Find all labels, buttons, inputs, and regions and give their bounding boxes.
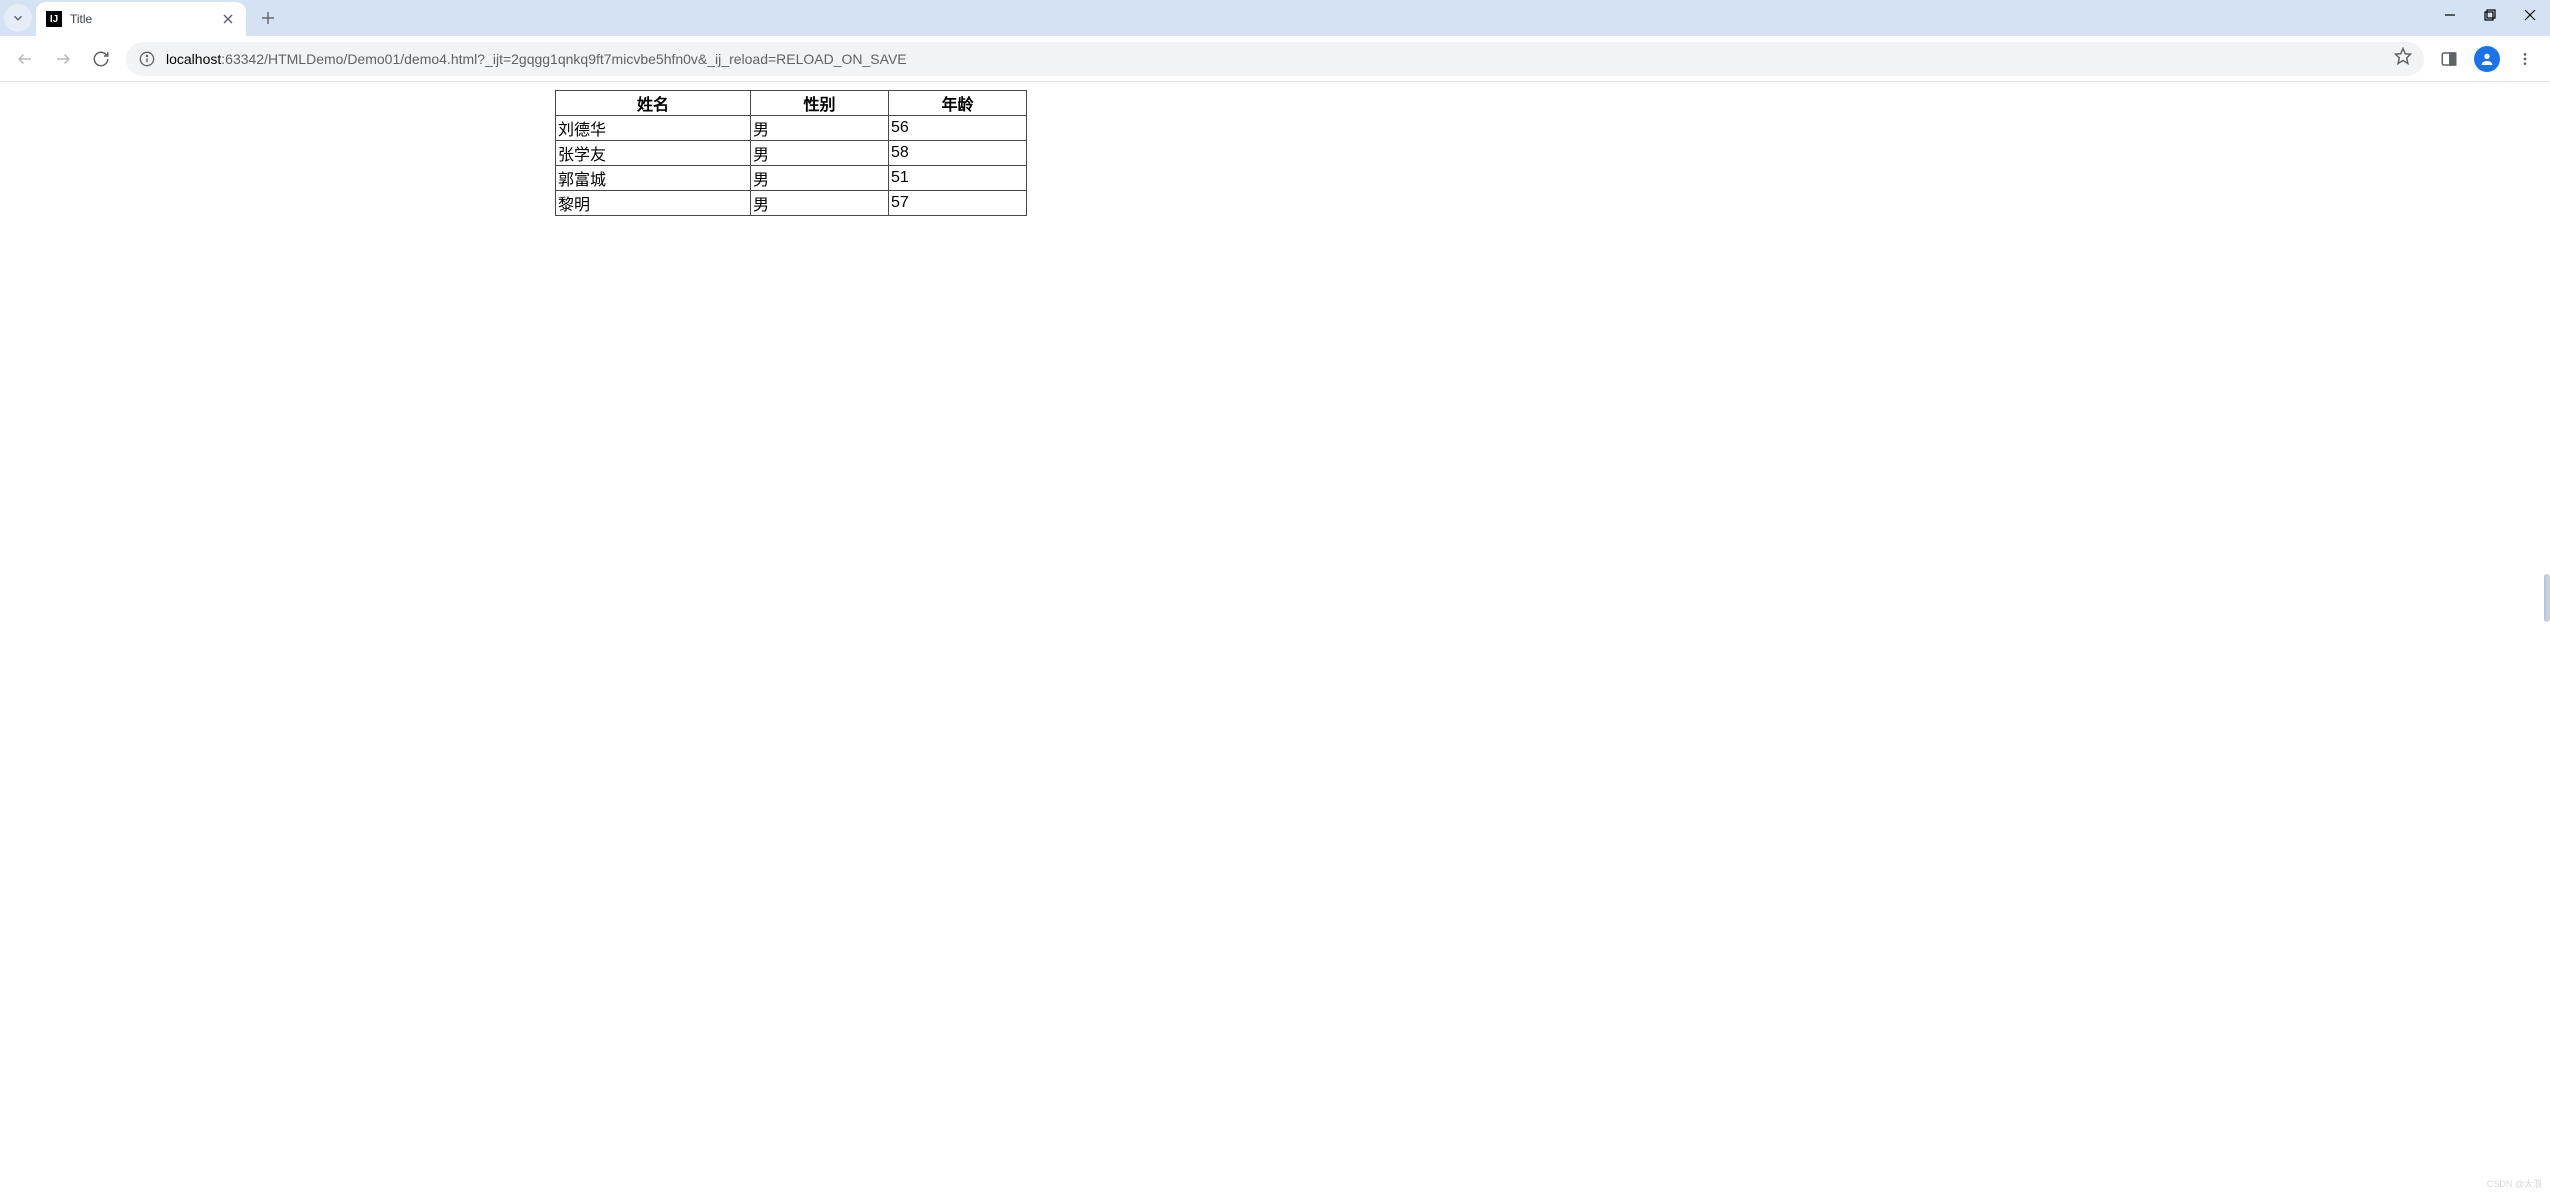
- watermark: CSDN @太浪: [2487, 1177, 2542, 1190]
- url-path: :63342/HTMLDemo/Demo01/demo4.html?_ijt=2…: [221, 51, 906, 67]
- plus-icon: [261, 11, 275, 25]
- window-minimize-button[interactable]: [2430, 0, 2470, 30]
- cell-gender: 男: [751, 166, 889, 191]
- nav-forward-button[interactable]: [46, 42, 80, 76]
- minimize-icon: [2444, 9, 2456, 21]
- close-icon: [223, 14, 233, 24]
- chrome-menu-button[interactable]: [2508, 42, 2542, 76]
- window-close-button[interactable]: [2510, 0, 2550, 30]
- browser-tab-bar: IJ Title: [0, 0, 2550, 36]
- nav-reload-button[interactable]: [84, 42, 118, 76]
- url-text: localhost:63342/HTMLDemo/Demo01/demo4.ht…: [166, 51, 2384, 67]
- arrow-left-icon: [16, 50, 34, 68]
- table-row: 刘德华 男 56: [556, 116, 1027, 141]
- address-bar[interactable]: localhost:63342/HTMLDemo/Demo01/demo4.ht…: [126, 42, 2424, 76]
- profile-button[interactable]: [2470, 42, 2504, 76]
- cell-gender: 男: [751, 141, 889, 166]
- table-row: 黎明 男 57: [556, 191, 1027, 216]
- maximize-icon: [2484, 9, 2496, 21]
- cell-age: 56: [889, 116, 1027, 141]
- scroll-indicator[interactable]: [2544, 574, 2550, 622]
- cell-gender: 男: [751, 116, 889, 141]
- table-row: 郭富城 男 51: [556, 166, 1027, 191]
- bookmark-button[interactable]: [2394, 47, 2412, 70]
- tab-search-button[interactable]: [4, 4, 32, 32]
- table-header-row: 姓名 性别 年龄: [556, 91, 1027, 116]
- cell-gender: 男: [751, 191, 889, 216]
- browser-tab-active[interactable]: IJ Title: [36, 2, 246, 36]
- site-info-button[interactable]: [138, 50, 156, 68]
- url-host: localhost: [166, 51, 221, 67]
- profile-avatar-icon: [2474, 46, 2500, 72]
- table-header-gender: 性别: [751, 91, 889, 116]
- window-maximize-button[interactable]: [2470, 0, 2510, 30]
- table-header-age: 年龄: [889, 91, 1027, 116]
- cell-age: 51: [889, 166, 1027, 191]
- cell-name: 郭富城: [556, 166, 751, 191]
- table-row: 张学友 男 58: [556, 141, 1027, 166]
- arrow-right-icon: [54, 50, 72, 68]
- cell-age: 57: [889, 191, 1027, 216]
- tab-close-button[interactable]: [220, 11, 236, 27]
- tab-title: Title: [70, 12, 212, 26]
- window-controls: [2430, 0, 2550, 36]
- kebab-icon: [2517, 51, 2533, 67]
- panel-icon: [2440, 50, 2458, 68]
- cell-name: 黎明: [556, 191, 751, 216]
- side-panel-button[interactable]: [2432, 42, 2466, 76]
- table-header-name: 姓名: [556, 91, 751, 116]
- new-tab-button[interactable]: [254, 4, 282, 32]
- tab-favicon-icon: IJ: [46, 11, 62, 27]
- close-icon: [2524, 9, 2536, 21]
- cell-age: 58: [889, 141, 1027, 166]
- reload-icon: [92, 50, 110, 68]
- data-table: 姓名 性别 年龄 刘德华 男 56 张学友 男 58 郭富城 男 51 黎明: [555, 90, 1027, 216]
- page-content: 姓名 性别 年龄 刘德华 男 56 张学友 男 58 郭富城 男 51 黎明: [0, 82, 2550, 224]
- cell-name: 刘德华: [556, 116, 751, 141]
- nav-back-button[interactable]: [8, 42, 42, 76]
- star-icon: [2394, 47, 2412, 65]
- cell-name: 张学友: [556, 141, 751, 166]
- address-bar-row: localhost:63342/HTMLDemo/Demo01/demo4.ht…: [0, 36, 2550, 82]
- info-icon: [139, 51, 155, 67]
